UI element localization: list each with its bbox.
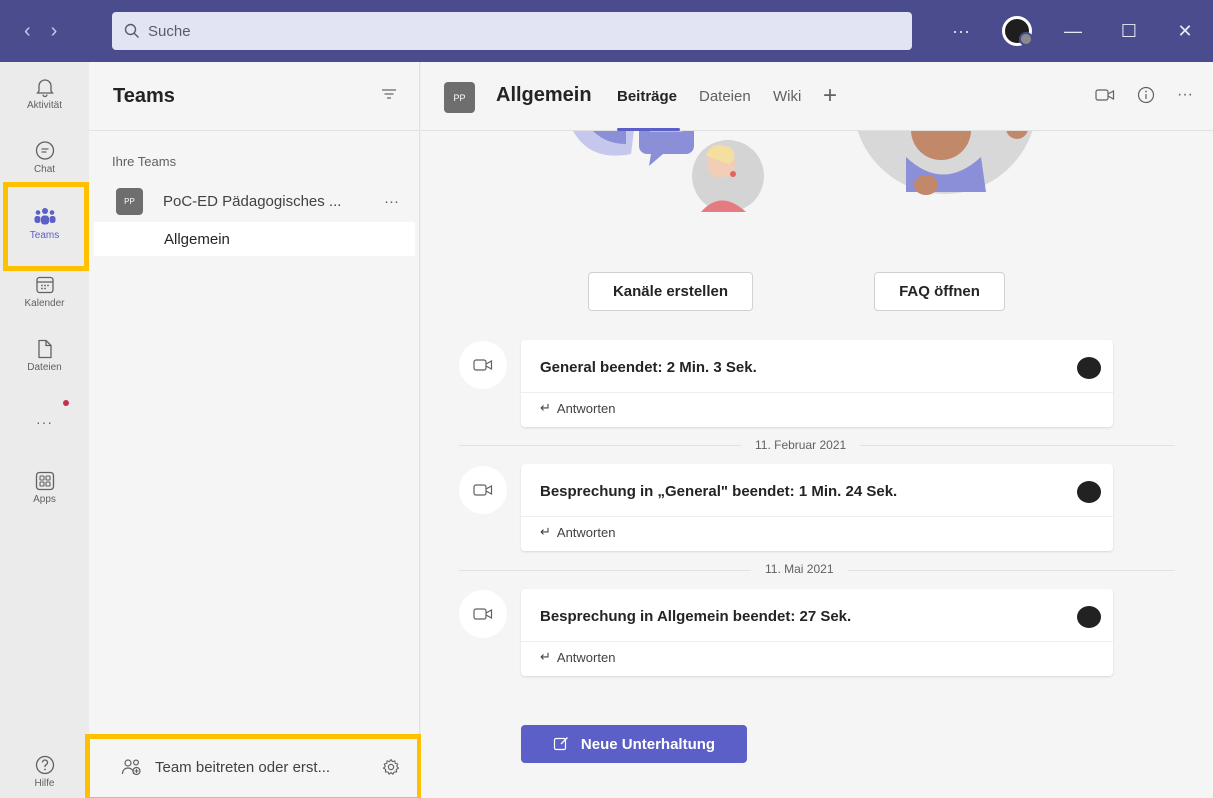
channel-item-allgemein[interactable]: Allgemein (94, 222, 415, 256)
search-placeholder: Suche (148, 22, 191, 40)
avatar[interactable] (1077, 606, 1101, 628)
create-channels-button[interactable]: Kanäle erstellen (588, 272, 753, 311)
rail-item-help[interactable]: Hilfe (0, 754, 89, 789)
maximize-icon[interactable]: ☐ (1101, 21, 1157, 42)
search-input[interactable]: Suche (112, 12, 912, 50)
message-title: Besprechung in „General" beendet: 1 Min.… (540, 483, 898, 500)
channel-header: PP Allgemein Beiträge Dateien Wiki + ··· (421, 62, 1213, 131)
video-call-icon (473, 484, 493, 496)
video-call-icon (473, 608, 493, 620)
rail-label: Chat (33, 164, 56, 175)
search-icon (124, 23, 139, 38)
rail-label: Apps (33, 494, 56, 505)
divider (521, 516, 1113, 517)
video-call-icon[interactable] (1095, 88, 1115, 102)
meeting-icon-circle (459, 590, 507, 638)
tab-files[interactable]: Dateien (699, 88, 751, 105)
highlight-join-team (85, 734, 422, 798)
divider (521, 641, 1113, 642)
divider (521, 392, 1113, 393)
nav-arrows: ‹ › (0, 20, 100, 43)
forward-icon[interactable]: › (51, 20, 58, 43)
help-icon (35, 755, 54, 775)
team-item[interactable]: PP PoC-ED Pädagogisches ... ··· (107, 184, 407, 218)
window-controls: ··· — ☐ ✕ (933, 0, 1213, 62)
compose-icon (553, 737, 568, 751)
user-avatar[interactable] (1002, 16, 1033, 46)
reply-icon: ↵ (540, 524, 551, 539)
more-icon: ··· (36, 414, 53, 430)
video-call-icon (473, 359, 493, 371)
tab-wiki[interactable]: Wiki (773, 88, 801, 105)
title-bar: ‹ › Suche ··· — ☐ ✕ (0, 0, 1213, 62)
new-conversation-button[interactable]: Neue Unterhaltung (521, 725, 747, 763)
reply-icon: ↵ (540, 649, 551, 664)
date-label: 11. Februar 2021 (741, 438, 861, 452)
reply-label: Antworten (556, 649, 616, 665)
tab-posts[interactable]: Beiträge (617, 88, 677, 105)
bell-icon (35, 79, 54, 98)
minimize-icon[interactable]: — (1045, 21, 1101, 42)
team-avatar: PP (116, 187, 143, 215)
open-faq-button[interactable]: FAQ öffnen (874, 272, 1005, 311)
panel-header: Teams (89, 62, 419, 131)
rail-item-chat[interactable]: Chat (0, 140, 89, 175)
rail-label: Aktivität (26, 100, 62, 111)
apps-icon (35, 471, 54, 491)
panel-title: Teams (113, 84, 175, 107)
date-label: 11. Mai 2021 (751, 562, 848, 576)
message-card: Besprechung in „General" beendet: 1 Min.… (521, 464, 1113, 551)
rail-label: Dateien (27, 362, 62, 373)
rail-label: Hilfe (34, 778, 55, 789)
file-icon (37, 339, 52, 359)
message-card: General beendet: 2 Min. 3 Sek. ↵ Antwort… (521, 340, 1113, 427)
message-title: Besprechung in Allgemein beendet: 27 Sek… (540, 608, 852, 625)
channel-title: Allgemein (496, 84, 592, 106)
team-more-icon[interactable]: ··· (384, 193, 399, 210)
reply-button[interactable]: ↵ Antworten (540, 649, 615, 665)
rail-item-calendar[interactable]: Kalender (0, 274, 89, 309)
message-card: Besprechung in Allgemein beendet: 27 Sek… (521, 589, 1113, 676)
filter-icon[interactable] (381, 86, 397, 102)
teams-panel: Teams Ihre Teams PP PoC-ED Pädagogisches… (85, 62, 422, 798)
notification-dot (63, 400, 69, 406)
calendar-icon (35, 276, 54, 294)
reply-button[interactable]: ↵ Antworten (540, 400, 615, 416)
new-conversation-label: Neue Unterhaltung (580, 735, 716, 753)
back-icon[interactable]: ‹ (24, 20, 31, 43)
app-rail: Aktivität Chat Teams Kalender Dateien ··… (0, 62, 89, 798)
header-actions: ··· (1095, 86, 1193, 104)
rail-item-more[interactable]: ··· (0, 414, 89, 430)
channel-avatar: PP (444, 82, 475, 113)
message-title: General beendet: 2 Min. 3 Sek. (540, 359, 757, 376)
section-label-your-teams: Ihre Teams (112, 154, 177, 169)
reply-button[interactable]: ↵ Antworten (540, 524, 615, 540)
highlight-teams (3, 182, 89, 271)
info-icon[interactable] (1137, 86, 1155, 104)
avatar[interactable] (1077, 357, 1101, 379)
rail-item-activity[interactable]: Aktivität (0, 76, 89, 111)
close-icon[interactable]: ✕ (1157, 21, 1213, 42)
rail-item-apps[interactable]: Apps (0, 470, 89, 505)
chat-icon (35, 141, 54, 160)
more-options-icon[interactable]: ··· (1177, 86, 1193, 104)
channel-main: PP Allgemein Beiträge Dateien Wiki + ··· (421, 62, 1213, 798)
reply-icon: ↵ (540, 400, 551, 415)
rail-label: Kalender (24, 298, 65, 309)
avatar[interactable] (1077, 481, 1101, 503)
rail-item-files[interactable]: Dateien (0, 338, 89, 373)
more-options-icon[interactable]: ··· (933, 21, 989, 42)
active-tab-indicator (617, 128, 680, 131)
team-name: PoC-ED Pädagogisches ... (163, 192, 342, 210)
reply-label: Antworten (556, 524, 616, 540)
meeting-icon-circle (459, 341, 507, 389)
reply-label: Antworten (556, 400, 616, 416)
meeting-icon-circle (459, 466, 507, 514)
add-tab-icon[interactable]: + (823, 82, 837, 110)
